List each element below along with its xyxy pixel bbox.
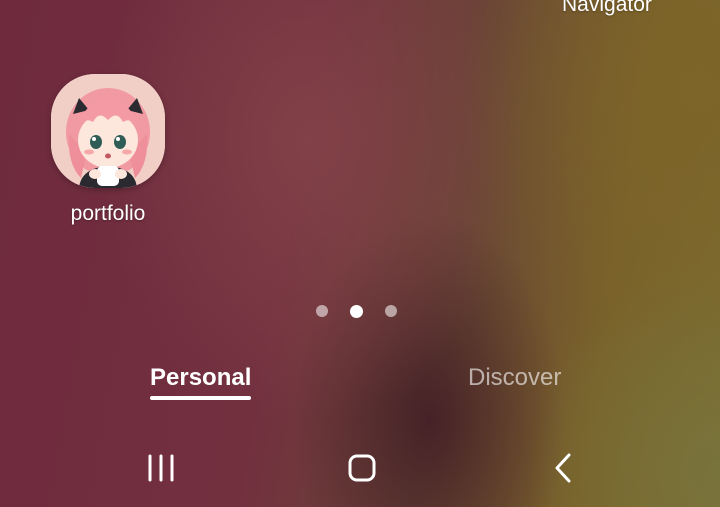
page-dot (316, 305, 328, 317)
recent-apps-button[interactable] (139, 446, 183, 490)
navigator-app-label[interactable]: Navigator (562, 0, 652, 17)
recents-icon (148, 454, 174, 482)
page-dot (385, 305, 397, 317)
page-indicator (316, 304, 397, 318)
tab-discover[interactable]: Discover (468, 364, 561, 392)
tab-discover-label: Discover (468, 364, 562, 391)
back-icon (555, 453, 571, 483)
active-tab-underline (150, 396, 252, 400)
app-label: portfolio (70, 202, 146, 225)
home-icon (348, 454, 376, 482)
back-button[interactable] (542, 446, 586, 490)
app-portfolio[interactable]: portfolio (50, 74, 166, 226)
home-button[interactable] (340, 446, 384, 490)
anime-girl-avatar-icon[interactable] (51, 74, 165, 188)
tab-personal-label: Personal (150, 364, 252, 391)
tab-personal[interactable]: Personal (150, 364, 252, 400)
page-dot-active (350, 304, 363, 318)
